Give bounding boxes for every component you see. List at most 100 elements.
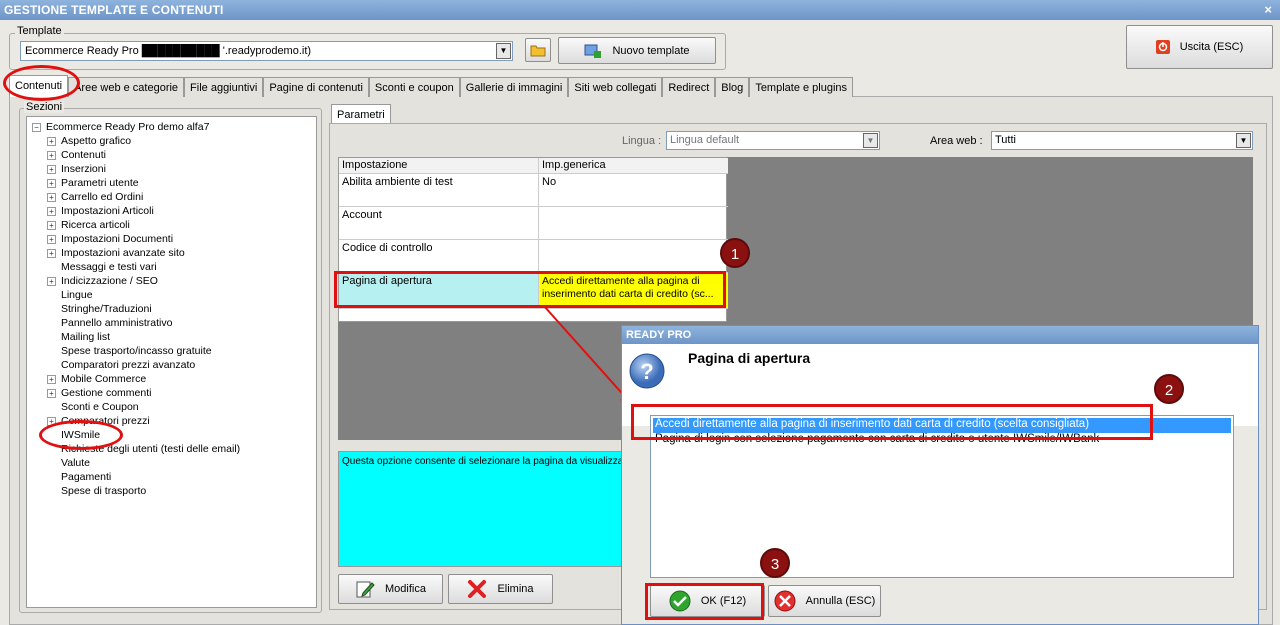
sections-tree[interactable]: − Ecommerce Ready Pro demo alfa7 + Aspetto…	[26, 116, 317, 608]
tree-item[interactable]: Lingue	[47, 289, 93, 303]
tree-item-label: Lingue	[61, 289, 93, 301]
tree-item[interactable]: Messaggi e testi vari	[47, 261, 157, 275]
open-folder-button[interactable]	[525, 38, 551, 62]
new-template-label: Nuovo template	[612, 44, 690, 57]
exit-button[interactable]: Uscita (ESC)	[1126, 25, 1273, 69]
question-icon: ?	[629, 353, 665, 389]
tree-item[interactable]: + Impostazioni Documenti	[47, 233, 173, 247]
tree-item[interactable]: Pagamenti	[47, 471, 111, 485]
tab-file-aggiuntivi[interactable]: File aggiuntivi	[184, 77, 264, 97]
tree-item-label: Ricerca articoli	[61, 219, 130, 231]
expand-icon[interactable]: +	[47, 164, 56, 174]
tab-parametri[interactable]: Parametri	[331, 104, 391, 124]
tree-item[interactable]: + Indicizzazione / SEO	[47, 275, 158, 289]
table-row[interactable]: Abilita ambiente di test No	[339, 174, 728, 207]
expand-icon[interactable]: +	[47, 206, 56, 216]
tree-item[interactable]: + Contenuti	[47, 149, 106, 163]
tree-item-label: Messaggi e testi vari	[61, 261, 157, 273]
tab-redirect[interactable]: Redirect	[662, 77, 716, 97]
expand-icon[interactable]: +	[47, 248, 56, 258]
expand-icon[interactable]: +	[47, 220, 56, 230]
expand-icon[interactable]: +	[47, 388, 56, 398]
row-value[interactable]	[539, 207, 728, 239]
tree-item[interactable]: Spese di trasporto	[47, 485, 146, 499]
new-template-icon	[584, 44, 602, 58]
chevron-down-icon[interactable]: ▼	[863, 133, 878, 148]
expand-icon[interactable]: +	[47, 374, 56, 384]
tree-item[interactable]: + Mobile Commerce	[47, 373, 146, 387]
elimina-button[interactable]: Elimina	[448, 574, 553, 604]
tab-aree-web[interactable]: Aree web e categorie	[68, 77, 185, 97]
cancel-button[interactable]: Annulla (ESC)	[768, 585, 881, 617]
tree-root[interactable]: − Ecommerce Ready Pro demo alfa7	[32, 121, 209, 135]
tree-item[interactable]: + Inserzioni	[47, 163, 106, 177]
row-value[interactable]: No	[539, 174, 728, 206]
grid-header: Impostazione Imp.generica	[339, 158, 728, 174]
tree-item-label: Carrello ed Ordini	[61, 191, 144, 203]
tab-sconti-coupon[interactable]: Sconti e coupon	[368, 77, 460, 97]
tree-item[interactable]: + Parametri utente	[47, 177, 139, 191]
col-impostazione: Impostazione	[339, 158, 539, 173]
folder-icon	[530, 45, 546, 57]
tree-item[interactable]: Stringhe/Traduzioni	[47, 303, 152, 317]
tab-siti-collegati[interactable]: Siti web collegati	[568, 77, 663, 97]
tab-blog[interactable]: Blog	[715, 77, 750, 97]
tree-item-label: Mailing list	[61, 331, 111, 343]
tree-item[interactable]: + Ricerca articoli	[47, 219, 130, 233]
dialog: READY PRO ? Pagina di apertura Accedi di…	[621, 325, 1259, 625]
tab-gallerie[interactable]: Gallerie di immagini	[459, 77, 569, 97]
expand-icon[interactable]: +	[47, 276, 56, 286]
tree-item[interactable]: Sconti e Coupon	[47, 401, 139, 415]
row-value[interactable]	[539, 240, 728, 272]
cancel-label: Annulla (ESC)	[805, 595, 876, 607]
tree-item[interactable]: Pannello amministrativo	[47, 317, 172, 331]
template-label: Template	[15, 25, 64, 37]
marker-1: 1	[720, 238, 750, 268]
tree-item[interactable]: + Aspetto grafico	[47, 135, 131, 149]
template-select[interactable]: Ecommerce Ready Pro ██████████ '.readypr…	[20, 41, 513, 61]
cancel-icon	[774, 590, 796, 612]
tree-item[interactable]: Spese trasporto/incasso gratuite	[47, 345, 212, 359]
power-icon	[1155, 40, 1170, 54]
expand-icon[interactable]: +	[47, 178, 56, 188]
tree-item[interactable]: + Gestione commenti	[47, 387, 151, 401]
new-template-button[interactable]: Nuovo template	[558, 37, 716, 64]
expand-icon[interactable]: +	[47, 136, 56, 146]
highlight-oval-iwsmile	[39, 420, 123, 450]
area-web-value: Tutti	[995, 134, 1016, 146]
area-web-select[interactable]: Tutti ▼	[991, 131, 1253, 150]
tree-item[interactable]: + Carrello ed Ordini	[47, 191, 143, 205]
tree-item[interactable]: + Impostazioni Articoli	[47, 205, 154, 219]
tree-item-label: Spese trasporto/incasso gratuite	[61, 345, 212, 357]
tab-template-plugins[interactable]: Template e plugins	[749, 77, 854, 97]
expand-icon[interactable]: +	[47, 192, 56, 202]
expand-icon[interactable]: +	[47, 234, 56, 244]
collapse-icon[interactable]: −	[32, 122, 41, 132]
tree-item-label: Gestione commenti	[61, 387, 152, 399]
lingua-select[interactable]: Lingua default ▼	[666, 131, 880, 150]
chevron-down-icon[interactable]: ▼	[496, 43, 511, 59]
tree-item[interactable]: + Impostazioni avanzate sito	[47, 247, 185, 261]
modifica-button[interactable]: Modifica	[338, 574, 443, 604]
tree-item-label: Aspetto grafico	[61, 135, 132, 147]
tab-pagine-contenuti[interactable]: Pagine di contenuti	[263, 77, 369, 97]
expand-icon[interactable]: +	[47, 150, 56, 160]
chevron-down-icon[interactable]: ▼	[1236, 133, 1251, 148]
tree-item[interactable]: Valute	[47, 457, 90, 471]
table-row[interactable]: Account	[339, 207, 728, 240]
tree-item[interactable]: Mailing list	[47, 331, 110, 345]
highlight-box-row	[334, 271, 726, 308]
tree-item-label: Contenuti	[61, 149, 106, 161]
table-row[interactable]: Codice di controllo	[339, 240, 728, 273]
row-name: Account	[339, 207, 539, 239]
tree-item-label: Stringhe/Traduzioni	[61, 303, 152, 315]
svg-text:?: ?	[640, 359, 653, 384]
elimina-label: Elimina	[497, 583, 534, 595]
marker-2: 2	[1154, 374, 1184, 404]
marker-3: 3	[760, 548, 790, 578]
tree-item-label: Pagamenti	[61, 471, 112, 483]
close-icon[interactable]: ×	[1264, 2, 1272, 17]
tree-item-label: Indicizzazione / SEO	[61, 275, 158, 287]
tree-item[interactable]: Comparatori prezzi avanzato	[47, 359, 195, 373]
tree-item-label: Impostazioni Articoli	[61, 205, 154, 217]
